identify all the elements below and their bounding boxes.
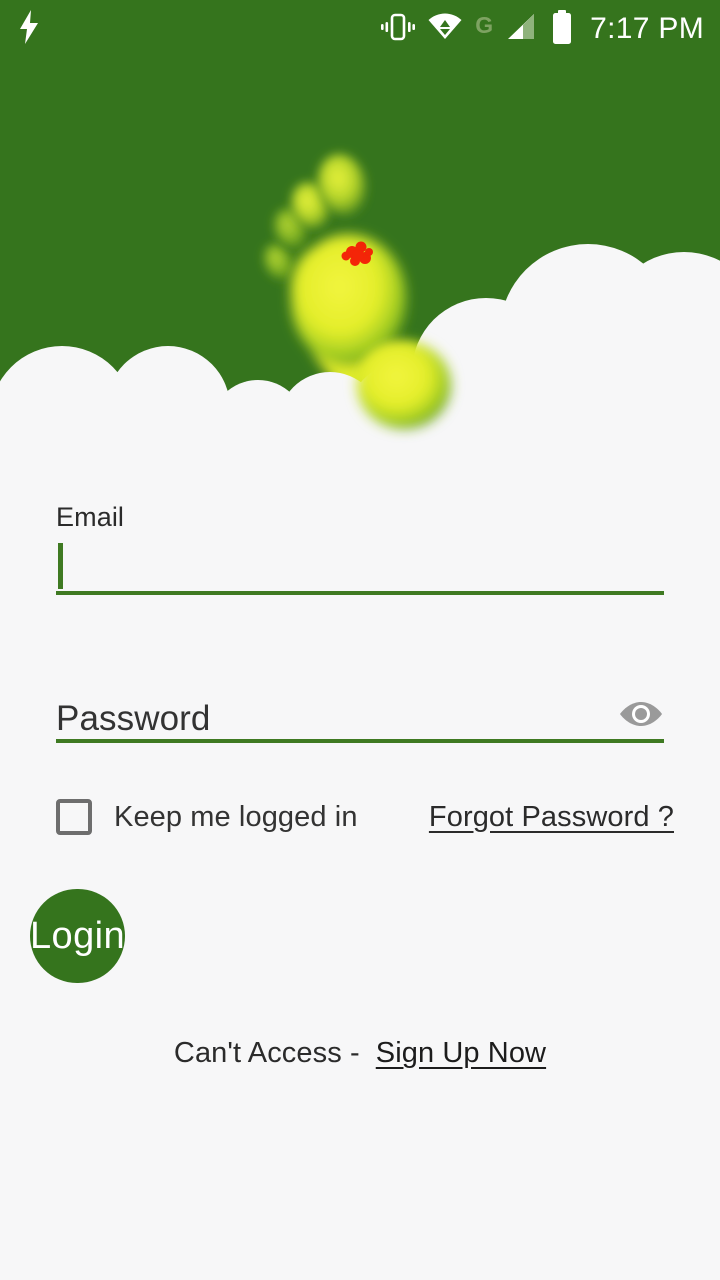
status-bar: G 7:17 PM [0,0,720,58]
battery-full-icon [551,9,573,49]
email-input[interactable] [56,543,664,595]
options-row: Keep me logged in Forgot Password ? [56,799,674,835]
hero-artwork [0,0,720,452]
password-field-group: Password [56,695,664,743]
eye-icon[interactable] [618,697,664,731]
email-field-group: Email [56,502,664,595]
signup-row: Can't Access - Sign Up Now [0,1037,720,1070]
forgot-password-link[interactable]: Forgot Password ? [429,801,674,834]
keep-logged-in-label: Keep me logged in [114,800,358,833]
status-bar-clock: 7:17 PM [590,12,704,45]
wifi-transfer-icon [428,12,462,47]
password-placeholder: Password [56,699,211,738]
login-screen: G 7:17 PM Email Password Keep me logged … [0,0,720,1280]
sign-up-now-link[interactable]: Sign Up Now [376,1037,546,1070]
email-label: Email [56,502,125,532]
lightning-bolt-icon [18,9,40,49]
network-type-label: G [475,12,494,38]
signup-prefix-text: Can't Access - [173,1037,360,1069]
footprint-heel [357,341,451,429]
login-form: Email Password Keep me logged in Forgot … [0,452,720,1070]
signal-bars-icon [506,12,538,47]
password-input[interactable]: Password [56,695,664,743]
text-caret [58,543,63,589]
login-button[interactable]: Login [30,889,125,983]
vibrate-icon [381,12,416,47]
hero-banner [0,0,720,452]
keep-logged-in-checkbox[interactable] [56,799,92,835]
